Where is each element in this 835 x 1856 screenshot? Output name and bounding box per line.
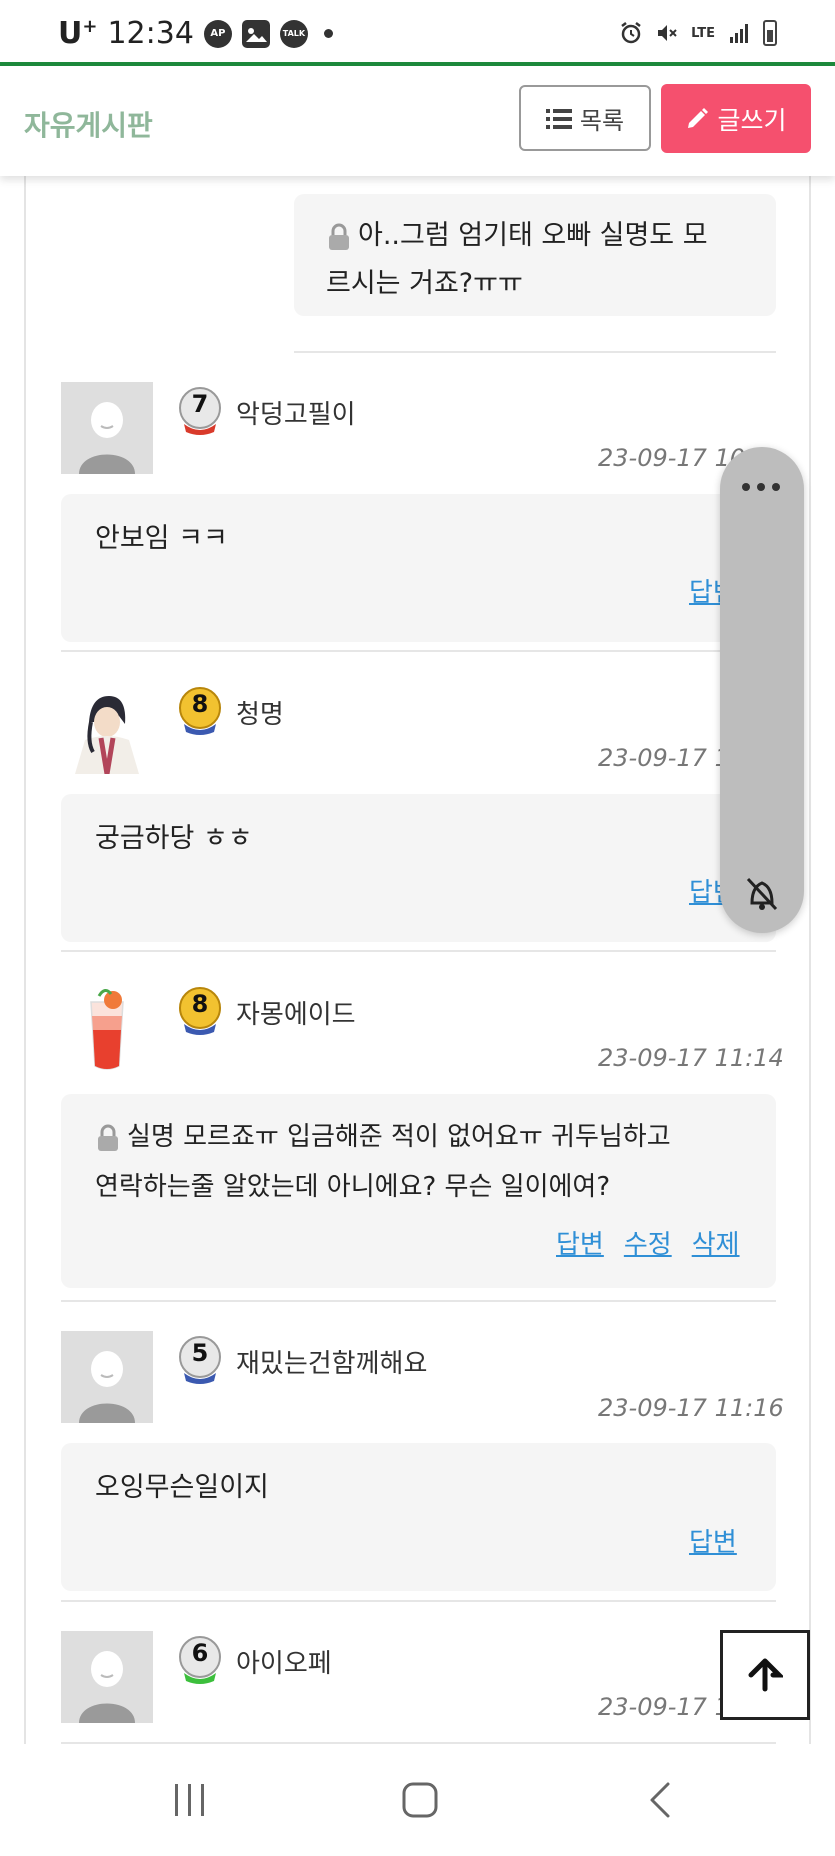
comment-actions: 답변 <box>689 1522 737 1559</box>
mute-bell-icon[interactable] <box>744 873 780 913</box>
lte-icon: LTE <box>691 25 715 41</box>
more-icon[interactable] <box>742 483 780 491</box>
comment-actions: 답변 수정 삭제 <box>556 1224 740 1261</box>
reply-link[interactable]: 답변 <box>556 1224 604 1261</box>
list-button[interactable]: 목록 <box>519 85 651 151</box>
edit-link[interactable]: 수정 <box>624 1224 672 1261</box>
list-icon <box>545 108 572 129</box>
level-badge: 5 <box>178 1335 222 1385</box>
battery-icon <box>763 20 777 46</box>
divider <box>61 650 776 652</box>
comment-text: 실명 모르죠ㅠ 입금해준 적이 없어요ㅠ 귀두님하고 <box>127 1122 671 1152</box>
author-name[interactable]: 청명 <box>236 694 284 731</box>
lock-icon <box>98 1124 118 1151</box>
comment-text: 아..그럼 엄기태 오빠 실명도 모 <box>358 220 708 251</box>
divider <box>61 1600 776 1602</box>
level-badge: 7 <box>178 386 222 436</box>
level-number: 5 <box>191 1339 209 1367</box>
level-number: 8 <box>191 990 209 1018</box>
home-icon[interactable] <box>400 1780 440 1820</box>
lock-icon <box>329 223 349 250</box>
comment-text: 안보임 ㅋㅋ <box>95 523 228 554</box>
write-button[interactable]: 글쓰기 <box>661 84 811 153</box>
comment-text: 르시는 거죠?ㅠㅠ <box>326 268 523 299</box>
status-left: U+ 12:34 AP TALK <box>58 16 333 51</box>
author-name[interactable]: 아이오페 <box>236 1643 332 1680</box>
page-title: 자유게시판 <box>24 109 153 142</box>
write-button-label: 글쓰기 <box>717 105 787 135</box>
avatar[interactable] <box>61 1631 153 1723</box>
divider <box>294 351 776 353</box>
avatar[interactable] <box>61 1331 153 1423</box>
divider <box>61 1300 776 1302</box>
floating-side-panel[interactable] <box>720 447 804 933</box>
reply-link[interactable]: 답변 <box>689 1522 737 1559</box>
reply-comment-bubble: 아..그럼 엄기태 오빠 실명도 모 르시는 거죠?ㅠㅠ <box>294 194 776 316</box>
recent-apps-icon[interactable] <box>170 1780 210 1820</box>
comment-time: 23-09-17 11:16 <box>598 1394 784 1422</box>
comment-time: 23-09-17 11:14 <box>598 1044 784 1072</box>
signal-icon <box>730 24 748 43</box>
level-badge: 8 <box>178 986 222 1036</box>
status-right: LTE <box>619 20 777 46</box>
gallery-icon <box>241 19 270 48</box>
comment-time: 23-09-17 1 <box>598 744 730 772</box>
avatar[interactable] <box>61 682 153 774</box>
comment-bubble: 안보임 ㅋㅋ <box>61 494 776 642</box>
carrier-label: U+ <box>58 16 98 51</box>
author-name[interactable]: 자몽에이드 <box>236 994 356 1031</box>
avatar[interactable] <box>61 382 153 474</box>
alarm-icon <box>621 22 641 44</box>
list-button-label: 목록 <box>579 106 625 135</box>
back-icon[interactable] <box>640 1780 680 1820</box>
level-badge: 8 <box>178 686 222 736</box>
arrow-up-icon <box>748 1658 783 1692</box>
avatar[interactable] <box>61 982 153 1074</box>
pencil-icon <box>688 107 709 128</box>
level-badge: 6 <box>178 1635 222 1685</box>
divider <box>61 950 776 952</box>
system-nav-bar <box>0 1744 835 1856</box>
level-number: 8 <box>191 690 209 718</box>
comment-text: 오잉무슨일이지 <box>95 1472 269 1503</box>
scroll-to-top-button[interactable] <box>720 1630 810 1720</box>
comment-text: 연락하는줄 알았는데 아니에요? 무슨 일이에여? <box>95 1172 611 1202</box>
author-name[interactable]: 재밌는건함께해요 <box>236 1343 427 1380</box>
comment-text: 궁금하당 ㅎㅎ <box>95 823 253 854</box>
mute-icon <box>658 25 677 41</box>
talk-icon: TALK <box>279 19 308 48</box>
delete-link[interactable]: 삭제 <box>692 1224 740 1261</box>
level-number: 6 <box>191 1639 209 1667</box>
comment-bubble: 궁금하당 ㅎㅎ <box>61 794 776 942</box>
clock: 12:34 <box>107 16 194 51</box>
level-number: 7 <box>191 390 209 418</box>
board-header: 자유게시판 목록 글쓰기 <box>0 66 835 176</box>
notification-dot <box>323 29 333 38</box>
comment-list: 아..그럼 엄기태 오빠 실명도 모 르시는 거죠?ㅠㅠ 7 악덩고필이 23-… <box>24 176 811 1744</box>
status-bar: U+ 12:34 AP TALK LTE <box>0 0 835 66</box>
author-name[interactable]: 악덩고필이 <box>236 394 356 431</box>
ap-icon: AP <box>203 19 232 48</box>
comment-bubble: 오잉무슨일이지 <box>61 1443 776 1591</box>
